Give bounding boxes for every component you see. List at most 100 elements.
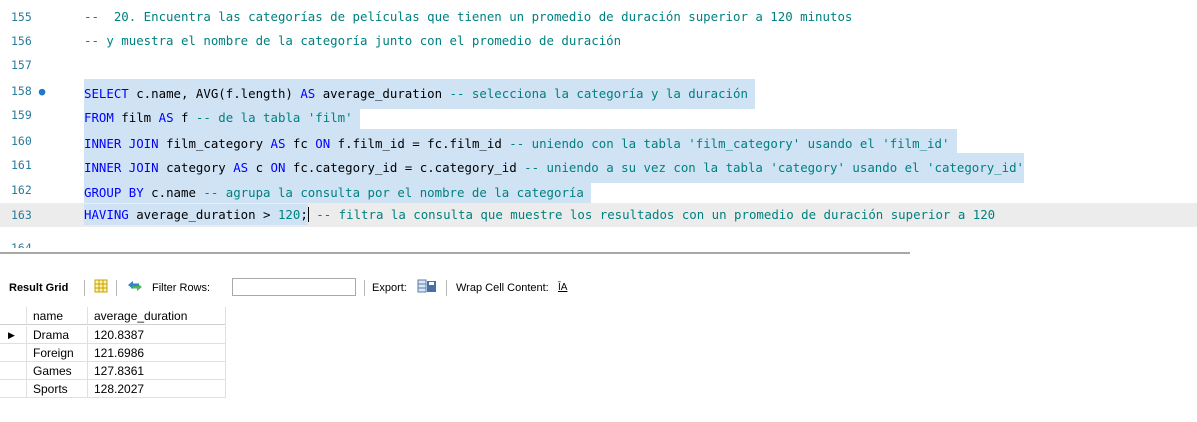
line-number: 157 xyxy=(11,58,32,72)
sql-comment: -- de la tabla xyxy=(195,110,308,125)
line-number: 155 xyxy=(11,10,32,24)
sql-identifier: f xyxy=(173,110,196,125)
current-row-marker-icon: ▶ xyxy=(0,326,27,344)
table-row[interactable]: ▶ Drama 120.8387 xyxy=(0,326,230,344)
sql-keyword: AS xyxy=(233,160,249,175)
code-text: HAVING average_duration > 120; -- filtra… xyxy=(84,203,995,227)
line-number: 163 xyxy=(11,208,32,222)
editor-line: 157 xyxy=(0,53,1197,77)
line-number: 156 xyxy=(11,34,32,48)
result-toolbar: Result Grid Filter Rows: Export: Wrap Ce… xyxy=(0,276,1197,300)
filter-rows-label: Filter Rows: xyxy=(152,282,211,294)
sql-comment: -- agrupa la consulta por el nombre de l… xyxy=(203,185,584,200)
editor-line: 159 FROM film AS f -- de la tabla 'film' xyxy=(0,103,1197,133)
editor-line: 164 xyxy=(0,236,1197,248)
sql-keyword: AS xyxy=(270,136,286,151)
editor-line: 160 INNER JOIN film_category AS fc ON f.… xyxy=(0,129,1197,159)
line-number: 162 xyxy=(11,183,32,197)
table-row[interactable]: Sports 128.2027 xyxy=(0,380,230,398)
sql-keyword: AS xyxy=(300,86,316,101)
sql-comment: usando el xyxy=(844,160,928,175)
cell-name[interactable]: Sports xyxy=(27,380,88,398)
sql-identifier: fc.category_id = c.category_id xyxy=(285,160,525,175)
editor-horizontal-scrollbar[interactable] xyxy=(0,252,910,254)
line-number: 159 xyxy=(11,108,32,122)
result-grid-tab[interactable]: Result Grid xyxy=(9,276,68,300)
toolbar-separator xyxy=(116,280,117,296)
line-number: 164 xyxy=(11,241,32,248)
wrap-cell-content-icon[interactable]: ĪA xyxy=(558,276,567,300)
sql-comment: -- filtra la consulta que muestre los re… xyxy=(308,207,996,222)
cell-average-duration[interactable]: 127.8361 xyxy=(88,362,226,380)
sql-identifier: category xyxy=(158,160,234,175)
cell-average-duration[interactable]: 121.6986 xyxy=(88,344,226,362)
sql-string: 'film_id' xyxy=(882,136,950,151)
row-header-corner xyxy=(0,307,27,325)
sql-comment: usando el xyxy=(800,136,883,151)
sql-keyword: ON xyxy=(315,136,331,151)
breakpoint-dot-icon[interactable]: ● xyxy=(39,85,46,98)
refresh-arrows-icon[interactable] xyxy=(126,279,144,293)
sql-punctuation: ; xyxy=(300,207,308,222)
sql-identifier: average_duration xyxy=(315,86,450,101)
sql-comment: -- selecciona la categoría y la duración xyxy=(449,86,748,101)
editor-line: 161 INNER JOIN category AS c ON fc.categ… xyxy=(0,153,1197,183)
sql-keyword: AS xyxy=(158,110,174,125)
editor-line: 156 -- y muestra el nombre de la categor… xyxy=(0,29,1197,53)
sql-keyword: INNER JOIN xyxy=(84,160,159,175)
cell-average-duration[interactable]: 128.2027 xyxy=(88,380,226,398)
toolbar-separator xyxy=(446,280,447,296)
sql-identifier: fc xyxy=(285,136,316,151)
column-header-name[interactable]: name xyxy=(27,307,88,325)
sql-keyword: ON xyxy=(270,160,286,175)
sql-string: 'category' xyxy=(770,160,845,175)
comment-text: -- y muestra el nombre de la categoría j… xyxy=(84,33,622,48)
sql-keyword: GROUP BY xyxy=(84,185,144,200)
table-row[interactable]: Games 127.8361 xyxy=(0,362,230,380)
sql-identifier: c.name, AVG(f.length) xyxy=(128,86,301,101)
cell-name[interactable]: Games xyxy=(27,362,88,380)
wrap-cell-content-label: Wrap Cell Content: xyxy=(456,282,549,294)
sql-editor[interactable]: 155 -- 20. Encuentra las categorías de p… xyxy=(0,0,1197,248)
sql-identifier: c.name xyxy=(143,185,204,200)
editor-line: 162 GROUP BY c.name -- agrupa la consult… xyxy=(0,178,1197,208)
row-header[interactable] xyxy=(0,344,27,362)
sql-string: 'film_category' xyxy=(688,136,801,151)
cell-name[interactable]: Foreign xyxy=(27,344,88,362)
toolbar-separator xyxy=(84,280,85,296)
sql-string: 'category_id' xyxy=(927,160,1025,175)
sql-string: 'film' xyxy=(307,110,353,125)
column-header-average-duration[interactable]: average_duration xyxy=(88,307,226,325)
sql-identifier: f.film_id = fc.film_id xyxy=(330,136,510,151)
line-number-with-breakpoint[interactable]: 158 ● xyxy=(11,79,71,103)
sql-comment: -- uniendo a su vez con la tabla xyxy=(524,160,771,175)
sql-keyword: FROM xyxy=(84,110,114,125)
comment-text: -- 20. Encuentra las categorías de pelíc… xyxy=(84,9,853,24)
sql-keyword: SELECT xyxy=(84,86,129,101)
line-number: 160 xyxy=(11,134,32,148)
sql-identifier: c xyxy=(248,160,271,175)
sql-number: 120 xyxy=(277,207,301,222)
editor-line: 155 -- 20. Encuentra las categorías de p… xyxy=(0,5,1197,29)
sql-identifier: film_category xyxy=(158,136,271,151)
line-number: 158 xyxy=(11,84,32,98)
toolbar-separator xyxy=(364,280,365,296)
sql-keyword: HAVING xyxy=(84,207,129,222)
sql-comment: -- uniendo con la tabla xyxy=(509,136,689,151)
editor-line-current: 163 HAVING average_duration > 120; -- fi… xyxy=(0,203,1197,227)
editor-line: 158 ● SELECT c.name, AVG(f.length) AS av… xyxy=(0,79,1197,109)
grid-header-row: name average_duration xyxy=(0,307,230,325)
cell-name[interactable]: Drama xyxy=(27,326,88,344)
sql-identifier: average_duration > xyxy=(128,207,278,222)
sql-identifier: film xyxy=(113,110,159,125)
grid-view-icon[interactable] xyxy=(94,279,108,293)
filter-rows-input[interactable] xyxy=(232,278,356,296)
cell-average-duration[interactable]: 120.8387 xyxy=(88,326,226,344)
export-label: Export: xyxy=(372,282,407,294)
table-row[interactable]: Foreign 121.6986 xyxy=(0,344,230,362)
row-header[interactable] xyxy=(0,380,27,398)
sql-keyword: INNER JOIN xyxy=(84,136,159,151)
export-save-icon[interactable] xyxy=(417,279,437,293)
line-number: 161 xyxy=(11,158,32,172)
row-header[interactable] xyxy=(0,362,27,380)
